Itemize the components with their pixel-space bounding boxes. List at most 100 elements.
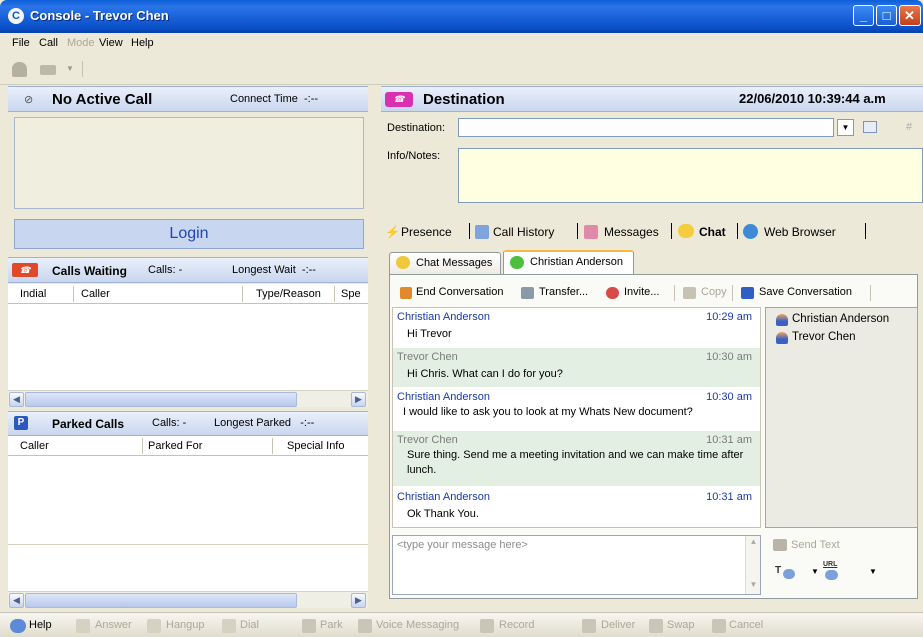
invite-button[interactable]: Invite... [624,286,659,298]
scroll-up-icon[interactable]: ▲ [747,537,760,550]
window-title: Console - Trevor Chen [30,8,169,23]
chat-messages-icon [396,256,410,269]
park-button[interactable]: Park [320,619,343,631]
chat-transcript[interactable]: Christian Anderson 10:29 am Hi Trevor Tr… [392,307,761,528]
calls-waiting-icon: ☎ [12,263,38,277]
deliver-button[interactable]: Deliver [601,619,635,631]
send-text-icon [773,539,787,551]
participant[interactable]: Trevor Chen [776,331,856,344]
calls-value: - [178,264,183,276]
participant-name: Christian Anderson [792,313,890,325]
column-caller[interactable]: Caller [20,440,49,452]
tab-separator [737,223,738,239]
swap-button[interactable]: Swap [667,619,695,631]
hangup-icon [147,619,161,633]
destination-dropdown-button[interactable]: ▼ [837,119,854,136]
minimize-button[interactable]: _ [853,5,874,26]
subtab-christian-anderson[interactable]: Christian Anderson [503,250,634,274]
calls-waiting-list[interactable] [8,304,368,390]
dial-button[interactable]: Dial [240,619,259,631]
column-divider[interactable] [242,286,243,302]
invite-icon [606,287,619,299]
menu-help[interactable]: Help [131,37,154,49]
help-button[interactable]: Help [29,619,52,631]
column-type-reason[interactable]: Type/Reason [256,288,321,300]
deliver-icon [582,619,596,633]
voice-messaging-icon [358,619,372,633]
participant-name: Trevor Chen [792,331,856,343]
tab-presence[interactable]: Presence [401,225,452,239]
user-icon [776,332,788,344]
toolbar-separator [674,285,675,301]
menu-file[interactable]: File [12,37,30,49]
voice-messaging-button[interactable]: Voice Messaging [376,619,459,631]
cancel-button[interactable]: Cancel [729,619,763,631]
parked-calls-columns: Caller Parked For Special Info [8,436,368,456]
message-input[interactable]: <type your message here> [393,536,745,594]
url-dropdown-icon[interactable]: ▼ [869,567,877,576]
column-divider[interactable] [73,286,74,302]
close-button[interactable]: ✕ [899,5,921,26]
connect-time-label: Connect Time [230,93,298,105]
message-text: Hi Trevor [407,328,452,340]
scroll-right-icon[interactable]: ▶ [351,593,366,608]
call-control-bar: Help Answer Hangup Dial Park Voice Messa… [0,612,923,637]
column-divider[interactable] [272,438,273,454]
tab-call-history[interactable]: Call History [493,225,554,239]
message-text: I would like to ask you to look at my Wh… [403,406,693,418]
tab-chat[interactable]: Chat [699,225,726,239]
text-format-bubble-icon [783,569,795,579]
column-indial[interactable]: Indial [20,288,46,300]
menu-view[interactable]: View [99,37,123,49]
presence-icon[interactable] [40,65,56,75]
parked-calls-list[interactable] [8,456,368,544]
text-format-icon[interactable]: T [775,565,781,576]
tab-messages[interactable]: Messages [604,225,659,239]
column-divider[interactable] [142,438,143,454]
scroll-thumb[interactable] [25,392,297,407]
scroll-thumb[interactable] [25,593,297,608]
panel-splitter[interactable] [371,86,377,637]
parked-calls-hscrollbar[interactable]: ◀ ▶ [8,591,368,608]
chevron-down-icon[interactable]: ▼ [66,64,74,73]
column-parked-for[interactable]: Parked For [148,440,202,452]
maximize-button[interactable]: □ [876,5,897,26]
column-caller[interactable]: Caller [81,288,110,300]
column-special-info[interactable]: Special Info [287,440,344,452]
help-icon [10,619,26,633]
answer-button[interactable]: Answer [95,619,132,631]
subtab-chat-messages[interactable]: Chat Messages [389,252,501,274]
address-book-icon[interactable] [863,121,877,133]
end-conversation-button[interactable]: End Conversation [416,286,503,298]
user-status-icon[interactable] [12,62,27,77]
copy-button[interactable]: Copy [701,286,727,298]
tab-web-browser[interactable]: Web Browser [764,225,836,239]
hangup-button[interactable]: Hangup [166,619,205,631]
login-button[interactable]: Login [14,219,364,249]
scroll-left-icon[interactable]: ◀ [9,593,24,608]
menu-mode[interactable]: Mode [67,37,95,49]
column-divider[interactable] [334,286,335,302]
parked-calls-empty-area [8,544,368,591]
menu-call[interactable]: Call [39,37,58,49]
record-button[interactable]: Record [499,619,534,631]
column-spe[interactable]: Spe [341,288,361,300]
participant[interactable]: Christian Anderson [776,313,890,326]
transfer-button[interactable]: Transfer... [539,286,588,298]
compose-scrollbar[interactable]: ▲ ▼ [745,536,760,594]
scroll-right-icon[interactable]: ▶ [351,392,366,407]
save-conversation-button[interactable]: Save Conversation [759,286,852,298]
presence-tab-icon: ⚡ [385,225,400,239]
calls-waiting-hscrollbar[interactable]: ◀ ▶ [8,390,368,407]
send-text-button[interactable]: Send Text [791,539,840,551]
text-format-dropdown-icon[interactable]: ▼ [811,567,819,576]
notes-field[interactable] [458,148,923,203]
url-icon[interactable]: URL [823,561,837,568]
destination-header: ☎ Destination 22/06/2010 10:39:44 a.m [381,86,923,112]
message-sender: Christian Anderson [397,311,490,323]
chat-message: Christian Anderson 10:30 am I would like… [393,388,760,430]
scroll-down-icon[interactable]: ▼ [747,580,760,593]
destination-input[interactable] [458,118,834,137]
scroll-left-icon[interactable]: ◀ [9,392,24,407]
calls-waiting-columns: Indial Caller Type/Reason Spe [8,284,368,304]
